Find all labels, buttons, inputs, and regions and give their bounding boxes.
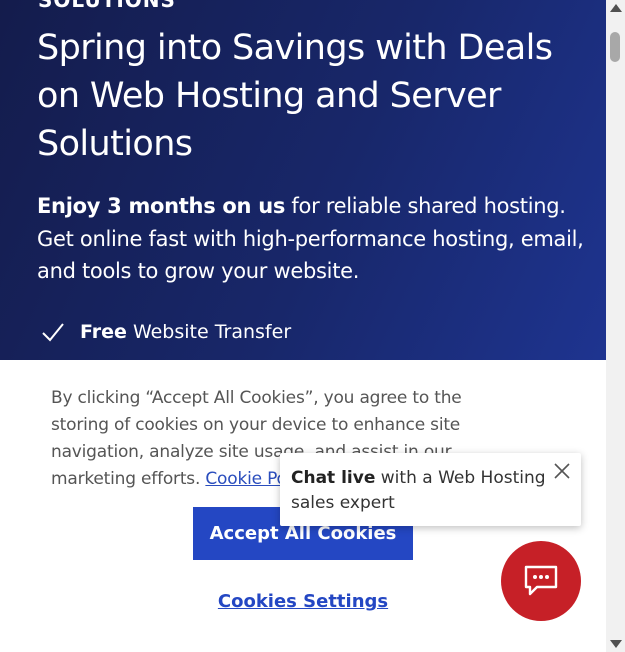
chat-popup-strong: Chat live xyxy=(291,468,376,488)
scroll-down-arrow[interactable] xyxy=(610,640,622,648)
feature-item: Free Website Transfer xyxy=(40,319,291,345)
hero-headline: Spring into Savings with Deals on Web Ho… xyxy=(37,28,553,164)
chat-launcher-button[interactable] xyxy=(501,541,581,621)
page-scrollbar[interactable] xyxy=(606,0,625,652)
hero-description: Enjoy 3 months on us for reliable shared… xyxy=(37,190,597,288)
chat-popup-text: Chat live with a Web Hosting sales exper… xyxy=(291,466,553,516)
check-icon xyxy=(42,323,64,342)
chat-popup: Chat live with a Web Hosting sales exper… xyxy=(280,453,581,526)
feature-strong: Free xyxy=(80,321,127,343)
scroll-up-arrow[interactable] xyxy=(610,4,622,12)
scroll-thumb[interactable] xyxy=(610,32,620,62)
feature-text: Website Transfer xyxy=(126,321,292,343)
cookies-settings-button[interactable]: Cookies Settings xyxy=(193,591,413,612)
hero-section: SOLUTIONS Spring into Savings with Deals… xyxy=(0,0,606,360)
desc-highlight: Enjoy 3 months on us xyxy=(37,194,286,218)
hero-eyebrow: SOLUTIONS xyxy=(38,0,176,12)
close-icon[interactable] xyxy=(553,462,571,480)
chat-icon xyxy=(524,565,558,596)
